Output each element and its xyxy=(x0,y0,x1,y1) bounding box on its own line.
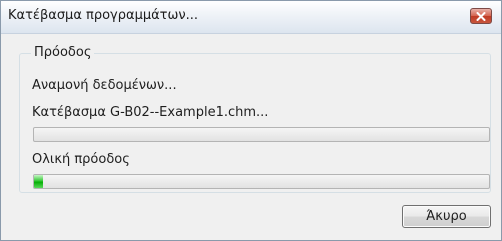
progress-group xyxy=(19,53,491,193)
group-legend: Πρόοδος xyxy=(31,45,95,60)
window-title: Κατέβασμα προγραμμάτων... xyxy=(8,8,199,23)
overall-progress-bar xyxy=(33,174,490,189)
download-dialog: Κατέβασμα προγραμμάτων... Πρόοδος Αναμον… xyxy=(0,0,502,241)
file-progress-bar xyxy=(33,127,490,142)
title-bar[interactable]: Κατέβασμα προγραμμάτων... xyxy=(1,1,501,34)
status-text: Αναμονή δεδομένων... xyxy=(32,78,177,93)
close-button[interactable] xyxy=(470,8,492,24)
overall-progress-label: Ολική πρόοδος xyxy=(32,152,130,167)
close-icon xyxy=(476,11,486,21)
current-file-text: Κατέβασμα G-B02--Example1.chm... xyxy=(32,105,269,120)
overall-progress-fill xyxy=(34,175,44,188)
cancel-button[interactable]: Άκυρο xyxy=(402,205,491,228)
